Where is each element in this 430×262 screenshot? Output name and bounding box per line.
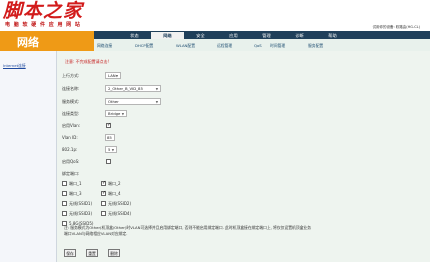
port-1-checkbox[interactable]	[62, 181, 67, 186]
tab-security[interactable]: 安全	[184, 32, 217, 39]
device-info: 试用你的设备: 软路由(HG-CL)	[372, 25, 420, 29]
sidebar-item-internet[interactable]: Internet连接	[3, 63, 26, 69]
subtab-service[interactable]: 服务配置	[308, 43, 323, 49]
form-description: 注: 服务模式为Other(机顶盒/Other)时VLAN可选择并且启用绑定端口…	[64, 225, 311, 236]
port-4-checkbox[interactable]	[101, 190, 106, 196]
vlan-id-input[interactable]: 85	[105, 134, 115, 141]
save-button[interactable]: 保存	[64, 249, 76, 257]
section-title: 网络	[0, 31, 94, 51]
ssid1-label: 无线(SSID1)	[69, 201, 93, 206]
port-2-label: 端口_2	[108, 181, 121, 186]
uplink-select[interactable]: LAN	[105, 72, 121, 79]
ssid1-checkbox[interactable]	[62, 201, 67, 206]
enable-qos-checkbox[interactable]	[106, 159, 111, 164]
ssid3-checkbox[interactable]	[62, 211, 67, 216]
site-logo-subtitle: 电 脑 软 硬 件 应 用 网 站	[5, 22, 81, 28]
port-3-label: 端口_3	[69, 191, 82, 196]
form-note: 注意: 不完成配置请点击!	[65, 59, 110, 64]
tab-diagnose[interactable]: 诊断	[283, 32, 316, 39]
subtab-network-connection[interactable]: 网络连接	[97, 43, 112, 49]
main-content: 注意: 不完成配置请点击! 上行方式: LAN 连接名称: 2_Other_B_…	[57, 51, 430, 262]
subtab-remote[interactable]: 远程管理	[217, 43, 232, 49]
subtab-dhcp[interactable]: DHCP配置	[135, 43, 153, 49]
tab-manage[interactable]: 管理	[250, 32, 283, 39]
ssid4-label: 无线(SSID4)	[108, 211, 132, 216]
enable-vlan-checkbox[interactable]	[106, 122, 111, 128]
ssid2-checkbox[interactable]	[101, 201, 106, 206]
subtab-qos[interactable]: QoS	[254, 43, 262, 48]
ssid4-checkbox[interactable]	[101, 211, 106, 216]
delete-button[interactable]: 删除	[108, 249, 120, 257]
tab-network[interactable]: 网络	[151, 32, 184, 39]
tab-apps[interactable]: 应用	[217, 32, 250, 39]
site-logo: 脚本之家	[3, 0, 84, 22]
subtab-wlan[interactable]: WLAN配置	[176, 43, 195, 49]
subtab-time[interactable]: 时间管理	[270, 43, 285, 49]
ssid2-label: 无线(SSID2)	[108, 201, 132, 206]
port-1-label: 端口_1	[69, 181, 82, 186]
reset-button[interactable]: 重置	[86, 249, 98, 257]
port-4-label: 端口_4	[108, 191, 121, 196]
connection-type-select[interactable]: Bridge	[105, 110, 127, 117]
top-tab-bar: 状态 网络 安全 应用 管理 诊断 帮助	[94, 31, 430, 39]
connection-name-select[interactable]: 2_Other_B_VID_85	[105, 85, 161, 92]
port-3-checkbox[interactable]	[62, 191, 67, 196]
priority-select[interactable]: 5	[105, 146, 117, 153]
tab-help[interactable]: 帮助	[316, 32, 349, 39]
sidebar: Internet连接	[0, 51, 57, 262]
ssid3-label: 无线(SSID3)	[69, 211, 93, 216]
header: 脚本之家 电 脑 软 硬 件 应 用 网 站 试用你的设备: 软路由(HG-CL…	[0, 0, 430, 31]
port-2-checkbox[interactable]	[101, 180, 106, 186]
tab-status[interactable]: 状态	[118, 32, 151, 39]
service-mode-select[interactable]: Other	[105, 98, 161, 105]
